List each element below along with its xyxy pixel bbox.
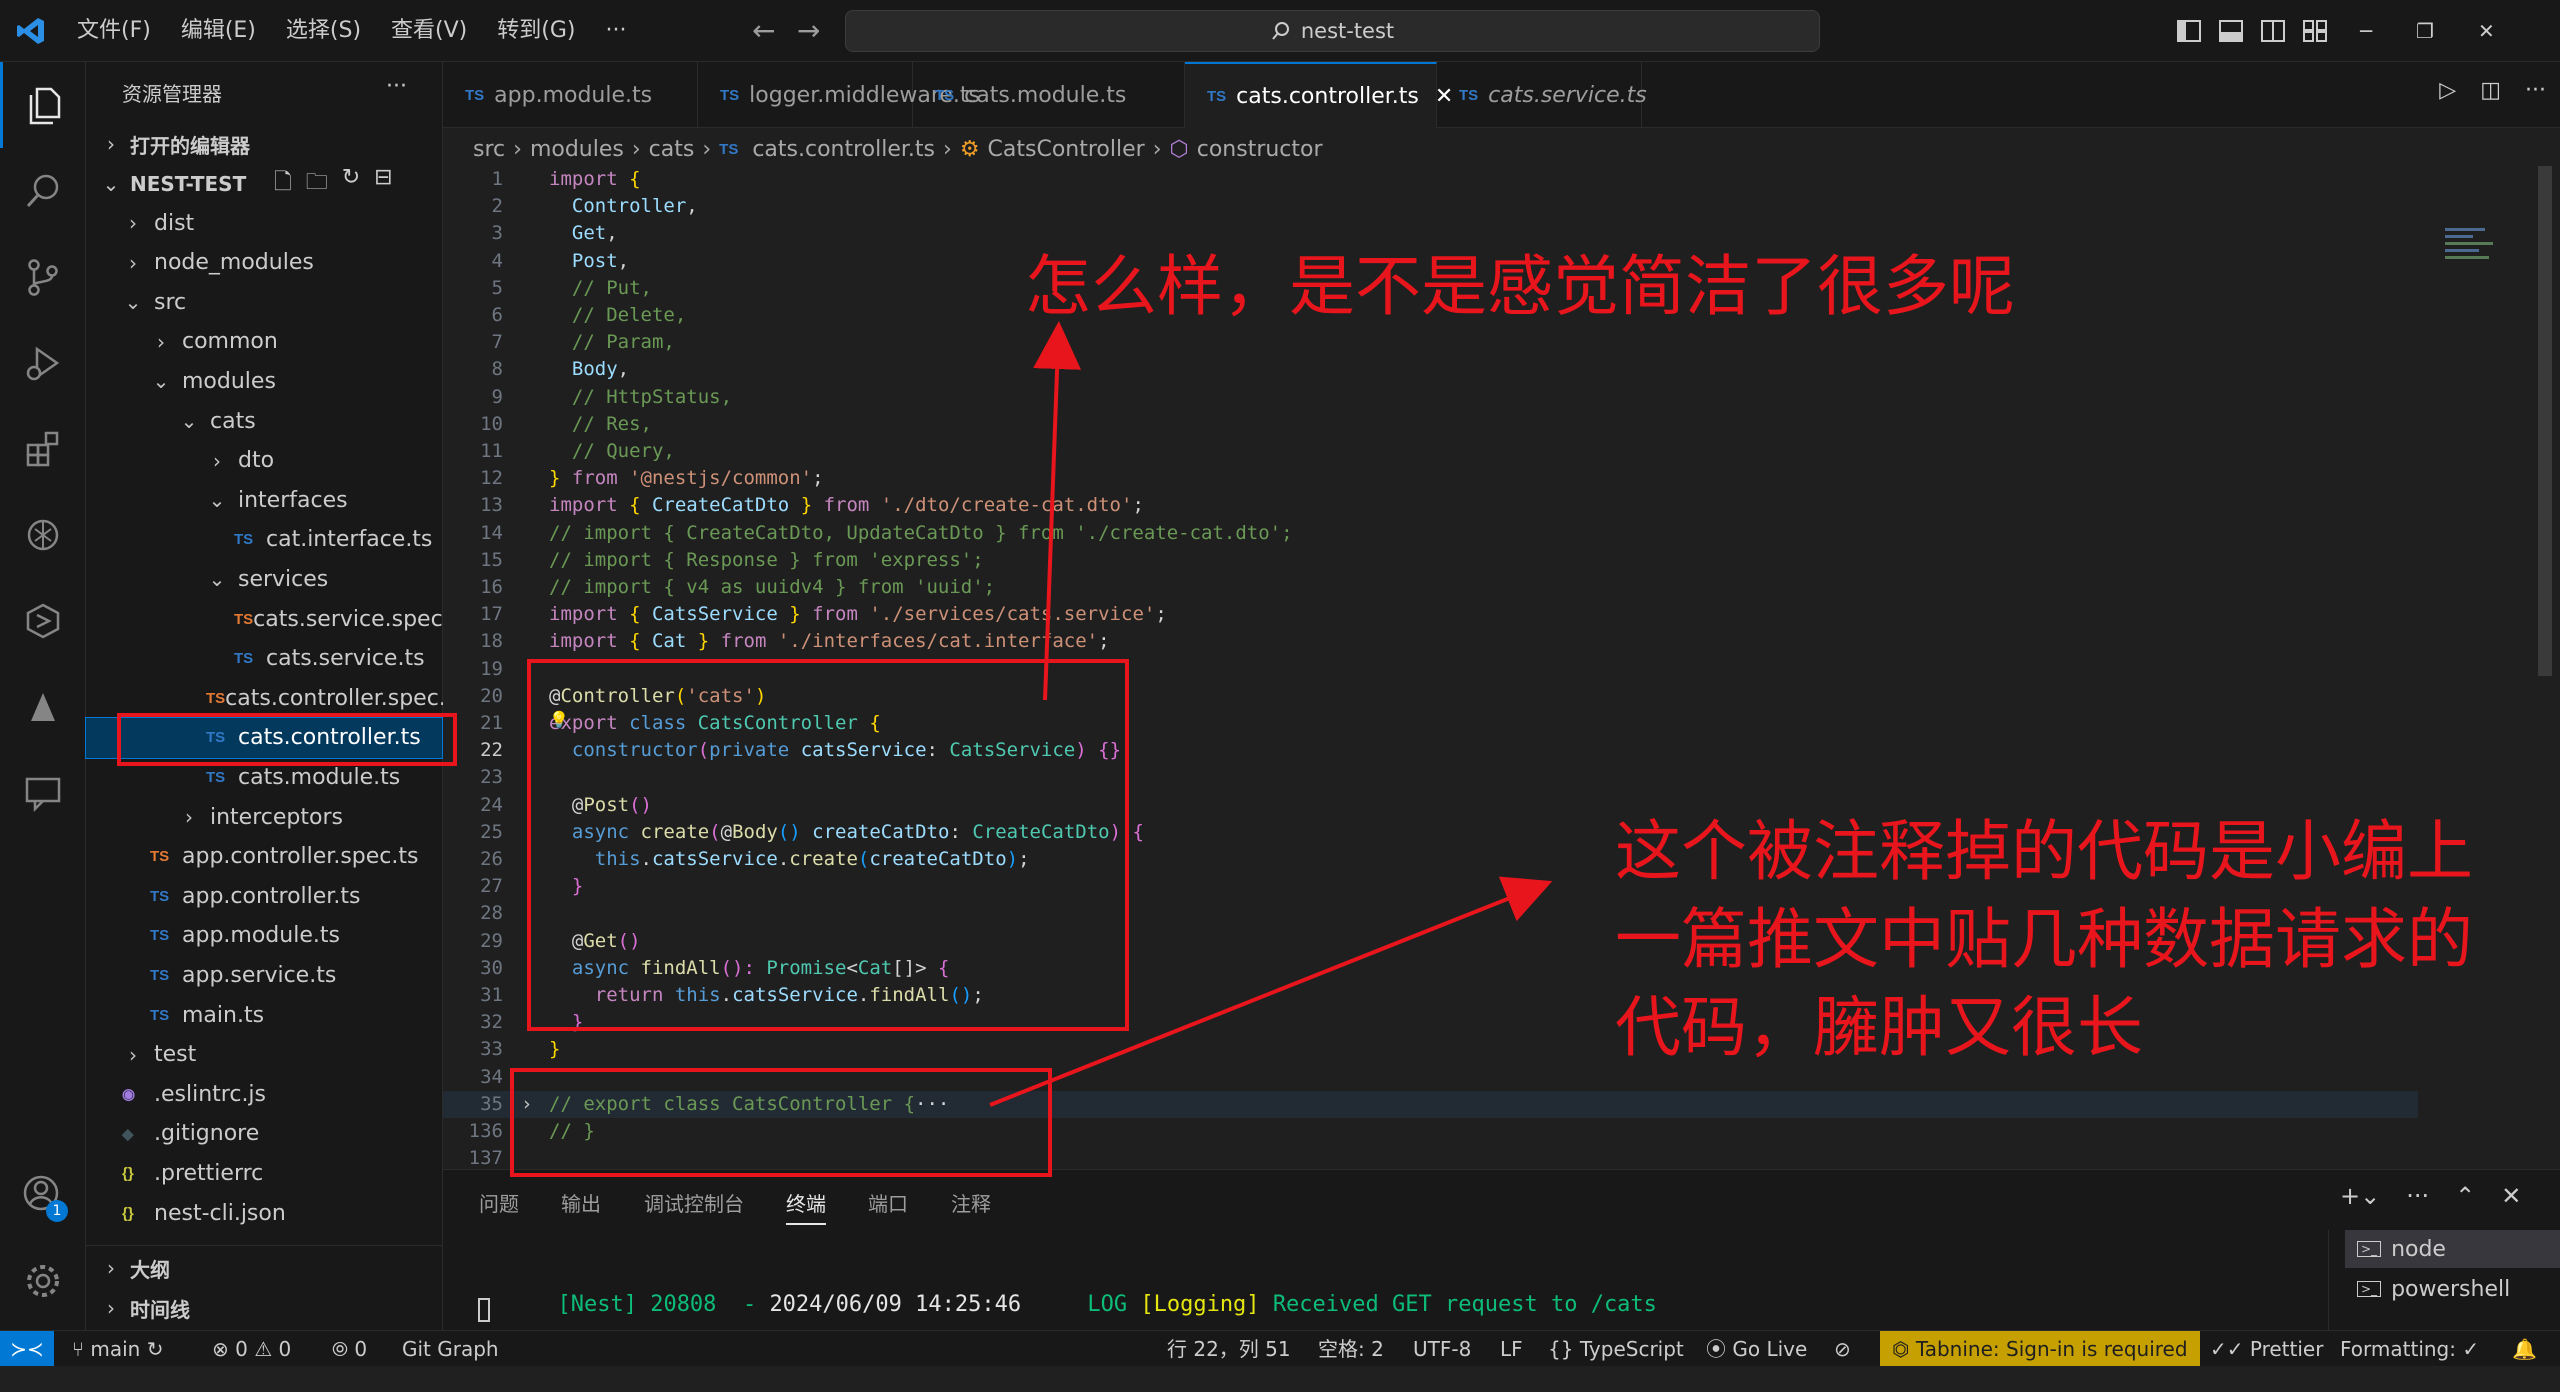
annotation-arrow-up — [1033, 321, 1082, 701]
annotation-arrows — [989, 321, 1553, 1107]
annotation-box-file — [117, 713, 457, 766]
vscode-window: 文件(F) 编辑(E) 选择(S) 查看(V) 转到(G) ··· ← → ne… — [0, 0, 2560, 1392]
annotation-line: 一篇推文中贴几种数据请求的 — [1615, 901, 2473, 978]
annotation-line: 这个被注释掉的代码是小编上 — [1615, 813, 2473, 890]
annotation-line: 代码，臃肿又很长 — [1615, 989, 2143, 1066]
annotation-box-commented — [510, 1068, 1052, 1177]
annotation-text-top: 怎么样，是不是感觉简洁了很多呢 — [1025, 248, 2015, 325]
annotation-text-right: 这个被注释掉的代码是小编上 一篇推文中贴几种数据请求的 代码，臃肿又很长 — [1615, 808, 2473, 1072]
annotation-box-controller — [527, 659, 1129, 1031]
